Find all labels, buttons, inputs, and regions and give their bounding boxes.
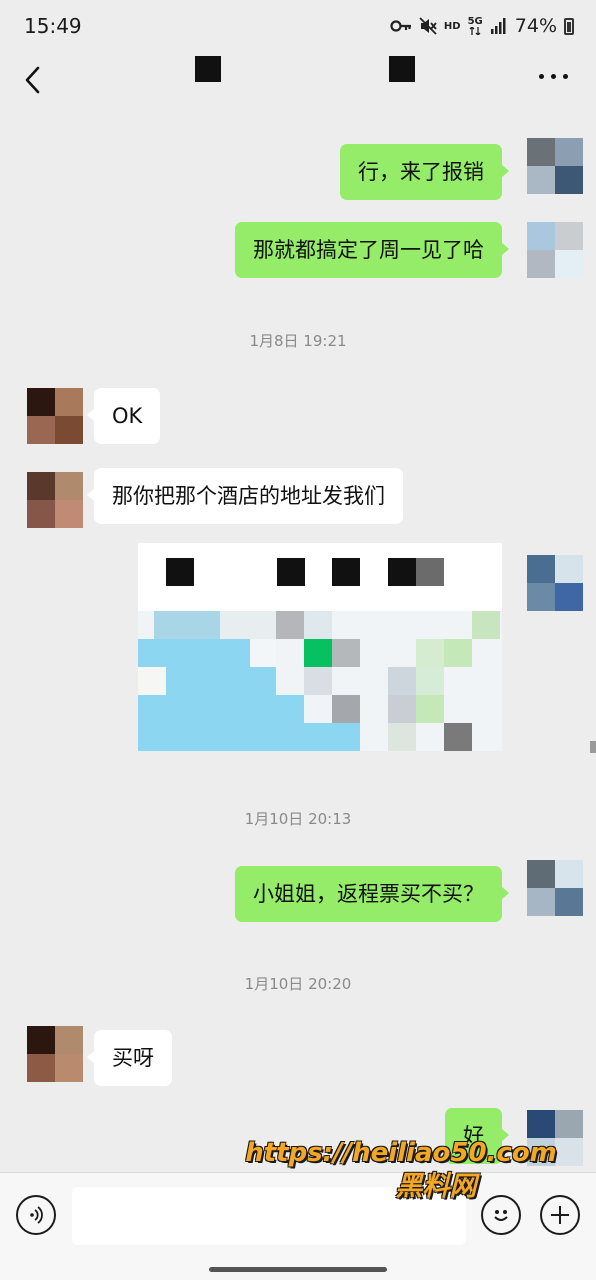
watermark-name: 黑料网 [395, 1171, 477, 1202]
chat-title-redacted-right [389, 56, 415, 82]
location-name-redacted [388, 558, 416, 586]
contact-avatar[interactable] [27, 1026, 83, 1082]
message-bubble-received[interactable]: 买呀 [87, 1030, 172, 1086]
location-name-redacted [332, 558, 360, 586]
contact-avatar[interactable] [27, 472, 83, 528]
chat-header [0, 52, 596, 108]
chat-area[interactable]: 行，来了报销 那就都搞定了周一见了哈 1月8日 19:21 OK 那你把那个酒店… [0, 108, 596, 1172]
battery-icon [564, 17, 574, 35]
location-name-redacted [277, 558, 305, 586]
my-avatar[interactable] [527, 138, 583, 194]
contact-avatar[interactable] [27, 388, 83, 444]
mute-icon [419, 17, 437, 35]
message-bubble-sent[interactable]: 小姐姐，返程票买不买？ [235, 866, 509, 922]
message-text: 小姐姐，返程票买不买？ [253, 882, 484, 906]
map-pin [304, 639, 332, 667]
message-timestamp: 1月10日 20:20 [244, 975, 352, 993]
my-avatar[interactable] [527, 555, 583, 611]
message-bubble-received[interactable]: 那你把那个酒店的地址发我们 [87, 468, 403, 524]
status-icons: HD 5G 74% [390, 15, 574, 37]
message-text: 那就都搞定了周一见了哈 [253, 238, 484, 262]
5g-icon: 5G [468, 17, 483, 35]
chevron-left-icon[interactable] [20, 64, 48, 96]
message-text: 那你把那个酒店的地址发我们 [112, 484, 385, 508]
message-timestamp: 1月8日 19:21 [249, 332, 347, 350]
chat-title-redacted-left [195, 56, 221, 82]
watermark: https://heiliao50.com 黑料网 [236, 1136, 566, 1204]
watermark-url: https://heiliao50.com [245, 1138, 557, 1168]
signal-icon [490, 18, 506, 34]
key-icon [390, 19, 412, 33]
hd-icon: HD [443, 20, 461, 32]
message-text: OK [112, 404, 143, 428]
location-name-redacted [416, 558, 444, 586]
message-text: 行，来了报销 [358, 160, 484, 184]
location-name-redacted [166, 558, 194, 586]
status-bar: 15:49 HD 5G 74% [0, 0, 596, 52]
voice-icon[interactable] [16, 1195, 56, 1235]
battery-percentage: 74% [514, 15, 557, 37]
message-bubble-sent[interactable]: 那就都搞定了周一见了哈 [235, 222, 509, 278]
my-avatar[interactable] [527, 222, 583, 278]
my-avatar[interactable] [527, 860, 583, 916]
5g-label: 5G [467, 16, 483, 27]
scroll-indicator[interactable] [590, 741, 596, 753]
location-card[interactable] [138, 543, 502, 751]
message-bubble-received[interactable]: OK [86, 388, 161, 444]
more-dots-icon[interactable] [539, 74, 568, 79]
message-text: 买呀 [112, 1046, 154, 1070]
message-timestamp: 1月10日 20:13 [244, 810, 352, 828]
message-bubble-sent[interactable]: 行，来了报销 [340, 144, 509, 200]
status-time: 15:49 [24, 14, 82, 38]
home-indicator[interactable] [209, 1267, 387, 1272]
